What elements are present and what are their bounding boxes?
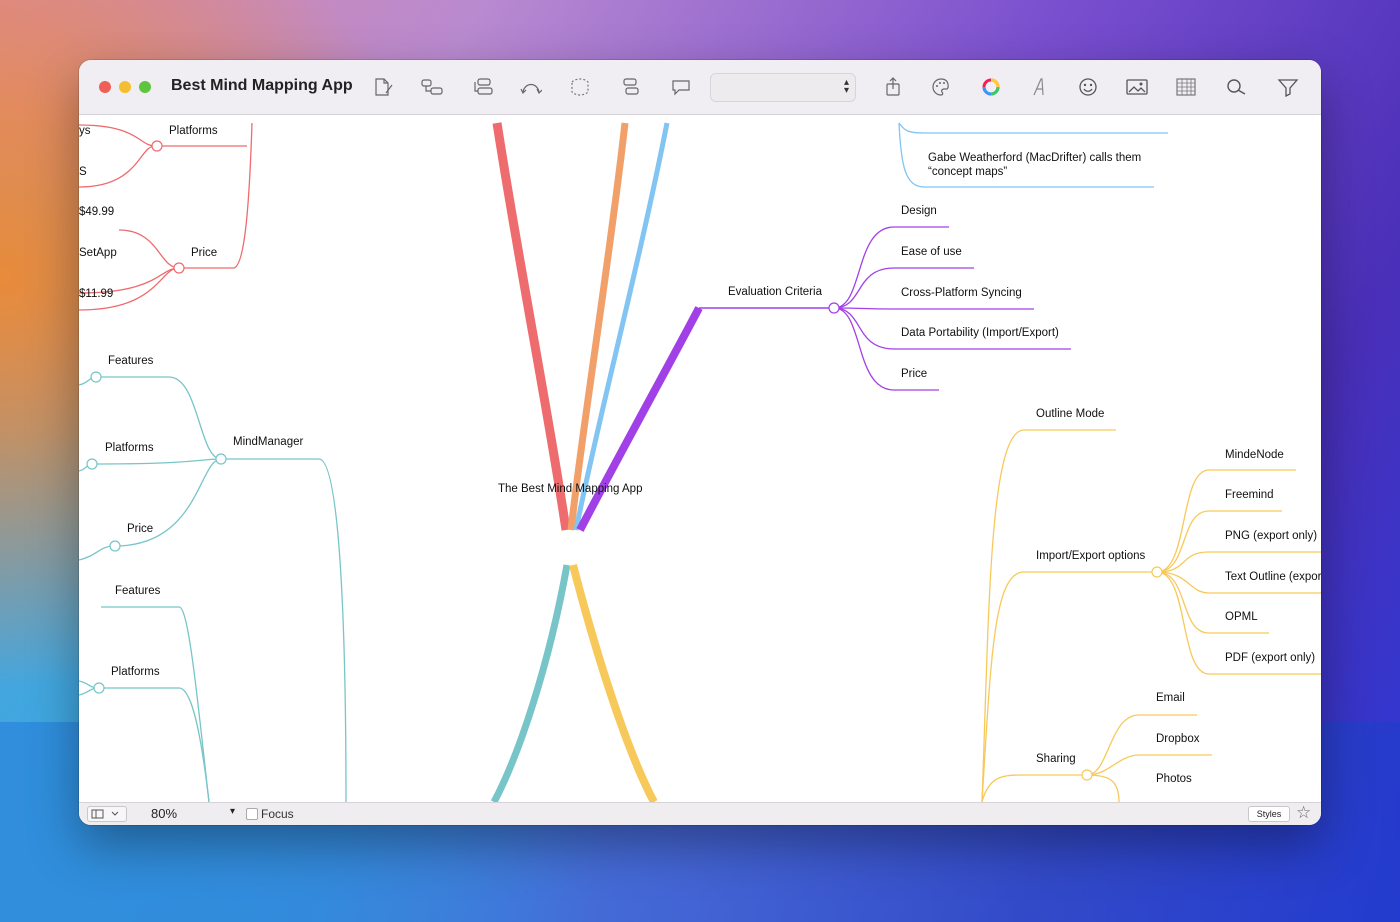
- node-freemind[interactable]: Freemind: [1225, 489, 1274, 501]
- add-child-icon[interactable]: [421, 77, 443, 97]
- node-ease-of-use[interactable]: Ease of use: [901, 246, 962, 258]
- node-partial-1[interactable]: ys: [79, 125, 91, 137]
- node-platforms-teal[interactable]: Platforms: [105, 442, 154, 454]
- collapse-node-sharing[interactable]: [1081, 769, 1093, 781]
- filter-icon[interactable]: [1277, 77, 1299, 98]
- node-dropbox[interactable]: Dropbox: [1156, 733, 1199, 745]
- node-platforms-teal-2[interactable]: Platforms: [111, 666, 160, 678]
- node-features-teal[interactable]: Features: [108, 355, 153, 367]
- node-email[interactable]: Email: [1156, 692, 1185, 704]
- node-price-red[interactable]: Price: [191, 247, 217, 259]
- branch-red: [492, 122, 571, 531]
- sidebar-icon: [91, 809, 119, 819]
- node-import-export[interactable]: Import/Export options: [1036, 550, 1145, 562]
- node-photos[interactable]: Photos: [1156, 773, 1192, 785]
- boundary-icon[interactable]: [568, 77, 590, 97]
- node-text-outline[interactable]: Text Outline (export: [1225, 571, 1321, 583]
- window-title: Best Mind Mapping App: [171, 77, 353, 94]
- node-data-portability[interactable]: Data Portability (Import/Export): [901, 327, 1059, 339]
- focus-checkbox[interactable]: [246, 808, 258, 820]
- node-platforms-red[interactable]: Platforms: [169, 125, 218, 137]
- node-partial-5[interactable]: $11.99: [79, 288, 113, 300]
- branch-blue: [573, 122, 670, 531]
- node-png-export[interactable]: PNG (export only): [1225, 530, 1317, 542]
- node-features-teal-2[interactable]: Features: [115, 585, 160, 597]
- search-icon[interactable]: [1225, 77, 1247, 97]
- collapse-node-platforms[interactable]: [151, 140, 163, 152]
- chevron-down-icon[interactable]: ▾: [230, 806, 235, 817]
- collapse-node-import-export[interactable]: [1151, 566, 1163, 578]
- zoom-window-button[interactable]: [139, 81, 151, 93]
- star-icon[interactable]: ☆: [1296, 803, 1311, 823]
- node-partial-4[interactable]: SetApp: [79, 247, 117, 259]
- node-central[interactable]: The Best Mind Mapping App: [498, 483, 642, 495]
- image-icon[interactable]: [1126, 77, 1148, 97]
- branch-yellow: [569, 563, 658, 802]
- node-concept-maps-note[interactable]: Gabe Weatherford (MacDrifter) calls them…: [928, 151, 1158, 179]
- style-select[interactable]: ▴ ▾: [710, 73, 856, 102]
- comment-icon[interactable]: [670, 77, 692, 97]
- table-icon[interactable]: [1175, 77, 1197, 97]
- focus-label: Focus: [261, 807, 294, 821]
- branch-teal: [490, 564, 571, 802]
- font-icon[interactable]: [1028, 77, 1050, 97]
- collapse-node-evaluation[interactable]: [828, 302, 840, 314]
- share-icon[interactable]: [882, 77, 904, 97]
- node-mindmanager[interactable]: MindManager: [233, 436, 303, 448]
- yellow-subtree: [981, 429, 1321, 802]
- branch-orange: [567, 122, 629, 531]
- node-mindenode[interactable]: MindeNode: [1225, 449, 1284, 461]
- toolbar: Best Mind Mapping App ▴ ▾: [79, 60, 1321, 115]
- color-wheel-icon[interactable]: [980, 77, 1002, 97]
- node-partial-3[interactable]: $49.99: [79, 206, 114, 218]
- close-window-button[interactable]: [99, 81, 111, 93]
- mindmap-canvas[interactable]: ys Platforms S $49.99 SetApp Price $11.9…: [79, 115, 1321, 802]
- node-price-purple[interactable]: Price: [901, 368, 927, 380]
- mindmap-connections: [79, 122, 1321, 802]
- zoom-level[interactable]: 80%: [151, 806, 177, 821]
- node-partial-2[interactable]: S: [79, 166, 87, 178]
- collapse-node-mindmanager[interactable]: [215, 453, 227, 465]
- node-design[interactable]: Design: [901, 205, 937, 217]
- emoji-icon[interactable]: [1077, 77, 1099, 97]
- node-pdf-export[interactable]: PDF (export only): [1225, 652, 1315, 664]
- collapse-node-price[interactable]: [173, 262, 185, 274]
- node-price-teal[interactable]: Price: [127, 523, 153, 535]
- palette-icon[interactable]: [930, 77, 952, 97]
- connect-icon[interactable]: [520, 77, 543, 97]
- node-evaluation-criteria[interactable]: Evaluation Criteria: [728, 286, 822, 298]
- add-sibling-icon[interactable]: [473, 77, 495, 97]
- app-window: Best Mind Mapping App ▴ ▾ ys Platforms S…: [79, 60, 1321, 825]
- node-sharing[interactable]: Sharing: [1036, 753, 1076, 765]
- node-opml[interactable]: OPML: [1225, 611, 1258, 623]
- styles-button[interactable]: Styles: [1248, 806, 1290, 822]
- chevron-up-down-icon: ▴ ▾: [843, 77, 849, 96]
- node-outline-mode[interactable]: Outline Mode: [1036, 408, 1104, 420]
- minimize-window-button[interactable]: [119, 81, 131, 93]
- node-cross-platform-syncing[interactable]: Cross-Platform Syncing: [901, 287, 1022, 299]
- outline-icon[interactable]: [620, 77, 642, 97]
- new-document-icon[interactable]: [372, 77, 394, 97]
- status-bar: 80% ▾ Focus Styles ☆: [79, 802, 1321, 825]
- sidebar-toggle-button[interactable]: [87, 806, 127, 822]
